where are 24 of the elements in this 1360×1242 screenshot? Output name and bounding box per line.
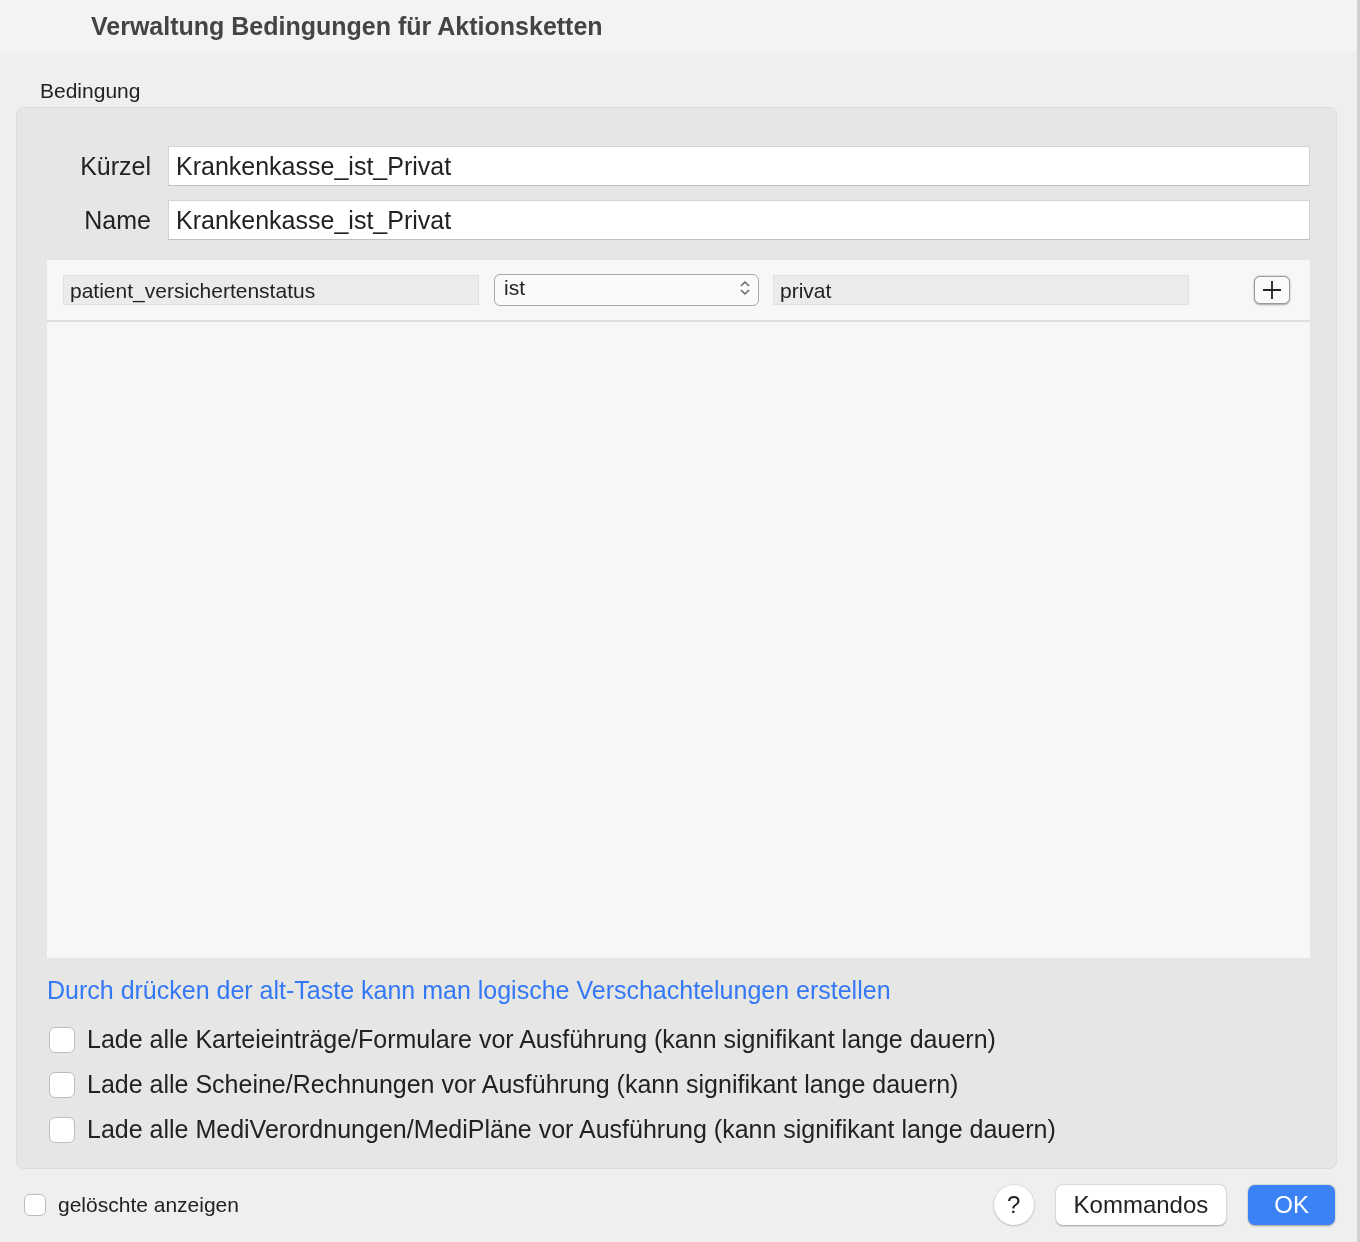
checkbox-label: Lade alle Scheine/Rechnungen vor Ausführung (kann signifikant lange dauern)	[87, 1070, 959, 1099]
help-button[interactable]: ?	[993, 1185, 1034, 1225]
rule-value[interactable]: privat	[773, 275, 1189, 305]
checkbox[interactable]	[49, 1026, 75, 1053]
operator-popup[interactable]: ist	[494, 274, 759, 306]
group-label: Bedingung	[40, 79, 141, 103]
checkbox[interactable]	[24, 1194, 46, 1216]
add-button[interactable]	[1254, 276, 1290, 304]
checkbox-label: Lade alle Karteieinträge/Formulare vor Ausführung (kann signifikant lange dauern)	[87, 1025, 996, 1054]
field-label: Name	[83, 205, 152, 235]
field-label: Kürzel	[79, 151, 152, 181]
checkbox-label: gelöschte anzeigen	[58, 1193, 239, 1217]
rule-field[interactable]: patient_versichertenstatus	[63, 275, 479, 305]
stepper-icon	[740, 280, 750, 296]
checkbox-label: Lade alle MediVerordnungen/MediPläne vor Ausführung (kann signifikant lange dauern)	[87, 1115, 1056, 1144]
checkbox[interactable]	[49, 1116, 75, 1143]
text-field[interactable]: Krankenkasse_ist_Privat	[168, 200, 1310, 240]
checkbox[interactable]	[49, 1071, 75, 1098]
hint-text: Durch drücken der alt-Taste kann man logische Verschachtelungen erstellen	[47, 976, 892, 1005]
ok-button[interactable]: OK	[1248, 1185, 1335, 1225]
plus-icon	[1262, 280, 1282, 300]
commands-button[interactable]: Kommandos	[1055, 1185, 1227, 1225]
window-title: Verwaltung Bedingungen für Aktionsketten	[0, 0, 1357, 52]
text-field[interactable]: Krankenkasse_ist_Privat	[168, 146, 1310, 186]
